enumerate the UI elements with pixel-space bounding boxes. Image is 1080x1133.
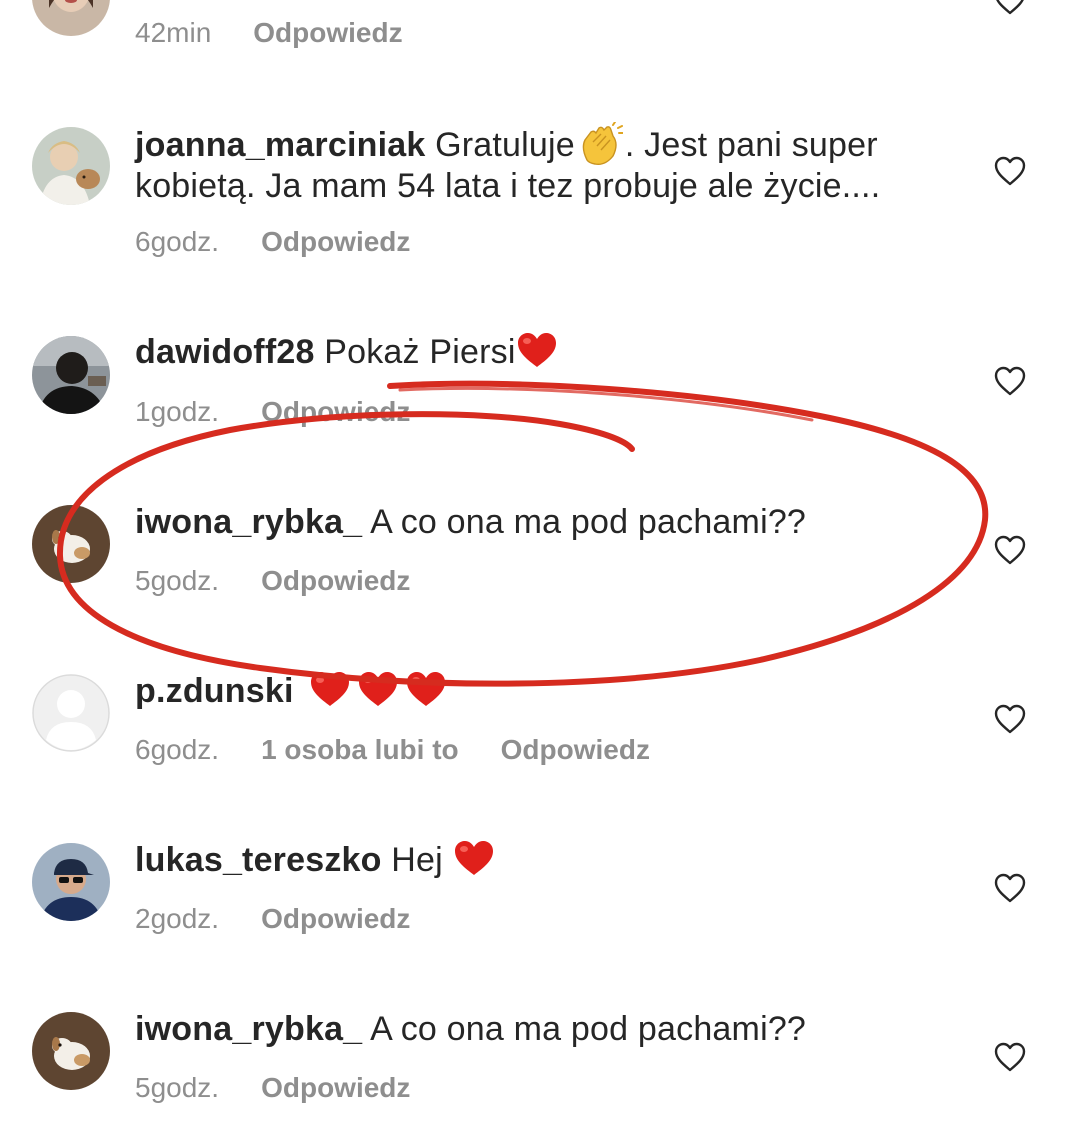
comment-body: Pokaż Piersi — [324, 333, 516, 371]
comment-text: iwona_rybka_ A co ona ma pod pachami?? — [135, 1008, 955, 1051]
reply-button[interactable]: Odpowiedz — [261, 903, 410, 935]
reply-button[interactable]: Odpowiedz — [253, 17, 402, 49]
comment-body: A co ona ma pod pachami?? — [370, 1010, 807, 1048]
comment-meta: 1godz. Odpowiedz — [135, 396, 410, 428]
three-red-hearts-icon — [303, 672, 447, 710]
comment-meta: 42min Odpowiedz — [135, 17, 403, 49]
comment-time: 42min — [135, 17, 212, 48]
comment-username[interactable]: joanna_marciniak — [135, 126, 425, 164]
comment-time: 2godz. — [135, 903, 220, 934]
comment-username[interactable]: iwona_rybka_ — [135, 1010, 362, 1048]
comment-body: Gratuluje — [435, 126, 575, 164]
comment-text: dawidoff28 Pokaż Piersi — [135, 331, 955, 374]
comment-meta: 6godz. Odpowiedz — [135, 226, 410, 258]
comment-text: joanna_marciniak Gratuluje . Jest pani s… — [135, 122, 955, 167]
comment-username[interactable]: lukas_tereszko — [135, 841, 382, 879]
heart-outline-icon[interactable] — [993, 534, 1027, 566]
heart-outline-icon[interactable] — [993, 872, 1027, 904]
comment-meta: 2godz. Odpowiedz — [135, 903, 410, 935]
comment-meta: 5godz. Odpowiedz — [135, 565, 410, 597]
reply-button[interactable]: Odpowiedz — [261, 226, 410, 258]
reply-button[interactable]: Odpowiedz — [261, 396, 410, 428]
comment-body: kobietą. Ja mam 54 lata i tez probuje al… — [135, 167, 881, 205]
reply-button[interactable]: Odpowiedz — [501, 734, 650, 766]
avatar[interactable] — [32, 1012, 110, 1090]
comment-time: 1godz. — [135, 396, 220, 427]
heart-outline-icon[interactable] — [993, 155, 1027, 187]
comment-meta: 5godz. Odpowiedz — [135, 1072, 410, 1104]
heart-outline-icon[interactable] — [993, 1041, 1027, 1073]
default-avatar-icon[interactable] — [32, 674, 110, 752]
avatar[interactable] — [32, 505, 110, 583]
comment-body: Hej — [391, 841, 443, 879]
comment-body: A co ona ma pod pachami?? — [370, 503, 807, 541]
comment-text: iwona_rybka_ A co ona ma pod pachami?? — [135, 501, 955, 544]
reply-button[interactable]: Odpowiedz — [261, 565, 410, 597]
avatar[interactable] — [32, 0, 110, 36]
comment-body: . Jest pani super — [624, 126, 878, 164]
heart-outline-icon[interactable] — [993, 703, 1027, 735]
likes-count[interactable]: 1 osoba lubi to — [261, 734, 459, 766]
avatar[interactable] — [32, 127, 110, 205]
red-heart-icon — [454, 841, 493, 875]
comment-time: 5godz. — [135, 565, 220, 596]
red-heart-icon — [517, 333, 556, 367]
comment-text-line-2: kobietą. Ja mam 54 lata i tez probuje al… — [135, 165, 955, 208]
heart-outline-icon[interactable] — [993, 365, 1027, 397]
reply-button[interactable]: Odpowiedz — [261, 1072, 410, 1104]
comment-text: p.zdunski — [135, 670, 955, 713]
heart-outline-icon[interactable] — [993, 0, 1027, 16]
avatar[interactable] — [32, 843, 110, 921]
comment-text: lukas_tereszko Hej — [135, 839, 955, 882]
comment-username[interactable]: dawidoff28 — [135, 333, 315, 371]
comment-time: 6godz. — [135, 226, 220, 257]
comment-time: 6godz. — [135, 734, 220, 765]
comment-time: 5godz. — [135, 1072, 220, 1103]
avatar[interactable] — [32, 336, 110, 414]
comment-meta: 6godz. 1 osoba lubi to Odpowiedz — [135, 734, 650, 766]
comment-username[interactable]: iwona_rybka_ — [135, 503, 362, 541]
comment-username[interactable]: p.zdunski — [135, 672, 294, 710]
clapping-hands-icon — [582, 122, 623, 166]
